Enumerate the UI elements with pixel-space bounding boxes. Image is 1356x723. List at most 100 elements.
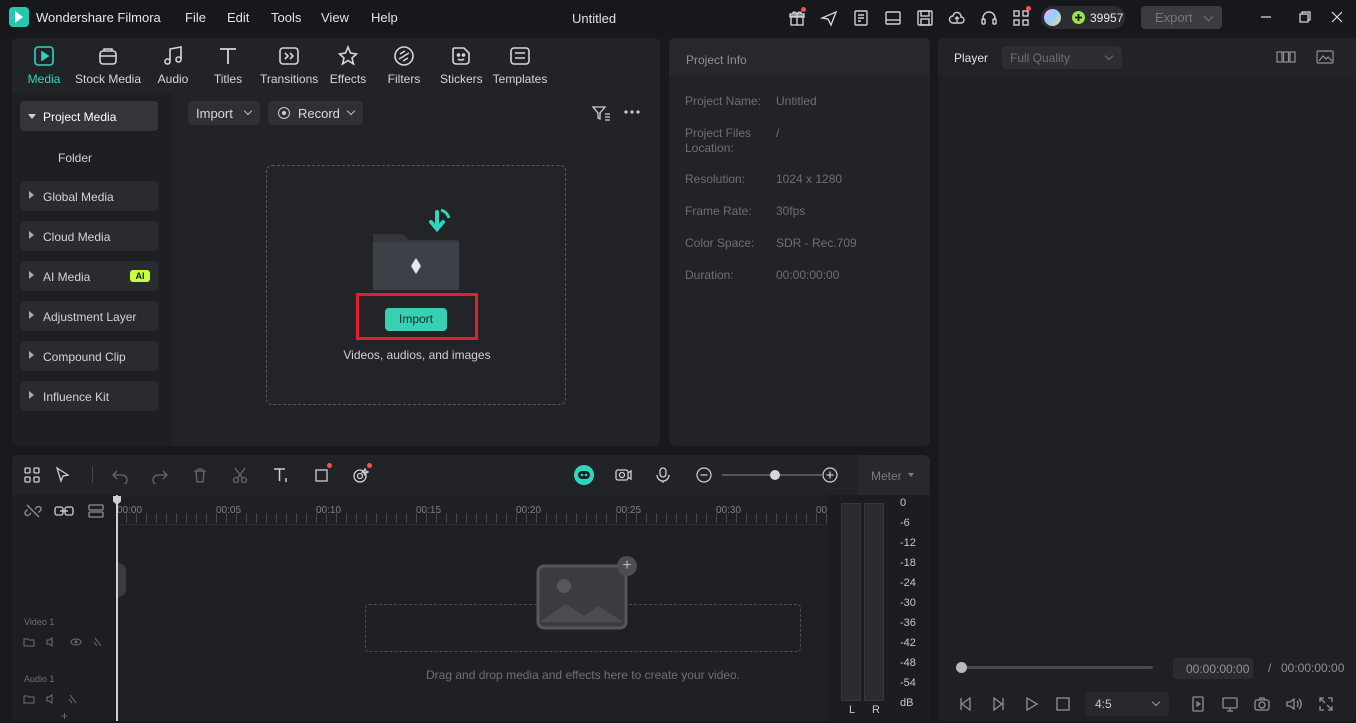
tab-titles[interactable]: Titles [208,44,248,90]
chevron-right-icon [29,391,34,399]
menu-tools[interactable]: Tools [271,10,301,25]
chevron-down-icon [1104,51,1114,61]
sidebar-item-cloud-media[interactable]: Cloud Media [20,221,158,251]
undo-icon[interactable] [111,466,129,484]
delete-icon[interactable] [191,466,209,484]
zoom-in-icon[interactable] [821,466,839,484]
link-clips-icon[interactable] [54,502,74,520]
cloud-upload-icon[interactable] [948,9,966,27]
sidebar-item-compound-clip[interactable]: Compound Clip [20,341,158,371]
credits-count: 39957 [1090,11,1124,25]
transitions-icon [277,44,301,68]
filter-sort-icon[interactable] [591,104,611,122]
fullscreen-icon[interactable] [1317,695,1335,713]
tab-templates[interactable]: Templates [492,44,548,90]
menu-file[interactable]: File [185,10,206,25]
playhead[interactable] [116,495,118,721]
chevron-right-icon [29,191,34,199]
record-icon [278,107,290,119]
ai-effect-icon[interactable] [352,463,372,484]
crop-icon[interactable] [313,463,332,484]
volume-icon[interactable] [1285,695,1303,713]
marker-icon[interactable] [1189,695,1207,713]
export-button[interactable]: Export [1141,6,1222,29]
folder-import-icon [371,206,461,291]
db-label: -54 [900,677,916,689]
sidebar-item-influence-kit[interactable]: Influence Kit [20,381,158,411]
tab-transitions[interactable]: Transitions [260,44,318,90]
select-tool-icon[interactable] [54,466,72,484]
layout-grid-icon[interactable] [23,466,41,484]
report-icon[interactable] [852,9,870,27]
sidebar-item-global-media[interactable]: Global Media [20,181,158,211]
apps-grid-icon[interactable] [1012,6,1031,27]
playback-progress-handle[interactable] [956,662,967,673]
menu-view[interactable]: View [321,10,349,25]
image-icon[interactable] [1316,49,1334,67]
headset-icon[interactable] [980,9,998,27]
next-frame-icon[interactable] [989,695,1007,713]
import-dropdown[interactable]: Import [188,101,260,125]
templates-icon [508,44,532,68]
info-value-color-space: SDR - Rec.709 [776,236,857,250]
tab-stickers[interactable]: Stickers [440,44,483,90]
stop-icon[interactable] [1054,695,1072,713]
tab-filters[interactable]: Filters [386,44,422,90]
info-value-location: / [776,126,780,140]
more-options-icon[interactable] [624,110,640,114]
scissors-icon[interactable] [231,466,249,484]
previous-frame-icon[interactable] [957,695,975,713]
db-label: -42 [900,637,916,649]
sidebar-item-ai-media[interactable]: AI Media AI [20,261,158,291]
playback-progress-track[interactable] [961,666,1153,669]
redo-icon[interactable] [151,466,169,484]
media-icon [32,44,56,68]
aspect-ratio-dropdown[interactable]: 4:5 [1085,692,1169,716]
grid-view-icon[interactable] [1276,49,1296,67]
send-icon[interactable] [820,9,838,27]
menu-help[interactable]: Help [371,10,398,25]
tab-stock-media[interactable]: Stock Media [74,44,142,90]
microphone-icon[interactable] [654,466,672,484]
info-label-duration: Duration: [685,268,734,282]
zoom-slider-handle[interactable] [770,470,780,480]
sidebar-item-adjustment-layer[interactable]: Adjustment Layer [20,301,158,331]
db-label: -12 [900,537,916,549]
tab-media[interactable]: Media [22,44,66,90]
track-manager-icon[interactable] [87,502,105,520]
current-time-field[interactable]: 00:00:00:00 [1173,658,1253,679]
app-name: Wondershare Filmora [36,10,161,25]
info-label-frame-rate: Frame Rate: [685,204,752,218]
close-icon[interactable] [1330,10,1344,24]
tab-effects[interactable]: Effects [328,44,368,90]
info-label-name: Project Name: [685,94,762,108]
unlink-icon[interactable] [24,502,42,520]
play-icon[interactable] [1022,695,1040,713]
text-tool-icon[interactable] [272,466,290,484]
snapshot-icon[interactable] [1253,695,1271,713]
layout-icon[interactable] [884,9,902,27]
zoom-out-icon[interactable] [695,466,713,484]
title-bar: Wondershare Filmora File Edit Tools View… [0,0,1356,35]
ai-assistant-icon[interactable] [574,465,594,485]
import-drop-zone[interactable]: Import Videos, audios, and images [266,165,566,405]
sidebar-item-project-media[interactable]: Project Media [20,101,158,131]
tab-audio[interactable]: Audio [152,44,194,90]
menu-edit[interactable]: Edit [227,10,249,25]
restore-icon[interactable] [1298,10,1312,24]
credits-badge[interactable]: 39957 [1041,6,1125,29]
sidebar-item-folder[interactable]: Folder [58,151,92,165]
add-media-plus-icon[interactable]: + [617,556,637,576]
meter-header[interactable]: Meter [858,455,930,495]
record-dropdown[interactable]: Record [268,101,363,125]
chevron-down-icon [1203,11,1214,22]
quality-dropdown[interactable]: Full Quality [1002,46,1122,69]
save-icon[interactable] [916,9,934,27]
highlight-box [356,293,478,340]
gift-icon[interactable] [788,7,806,27]
meter-bar-right [864,503,884,701]
display-icon[interactable] [1221,695,1239,713]
minimize-icon[interactable] [1259,10,1273,24]
info-label-color-space: Color Space: [685,236,755,250]
render-preview-icon[interactable] [614,466,632,484]
